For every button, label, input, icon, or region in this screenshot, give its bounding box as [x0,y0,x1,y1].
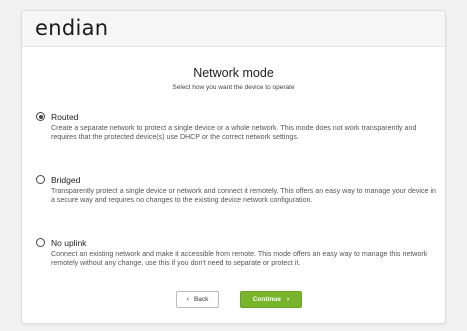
option-bridged-description: Transparently protect a single device or… [51,187,436,205]
option-bridged[interactable]: Bridged Transparently protect a single d… [36,174,436,206]
setup-wizard-card: endian Network mode Select how you want … [21,10,446,324]
chevron-left-icon: ‹ [186,296,189,303]
page-subtitle: Select how you want the device to operat… [172,84,295,91]
option-bridged-label: Bridged [51,174,81,185]
option-no-uplink-description: Connect an existing network and make it … [51,250,428,268]
brand-header: endian [22,11,445,47]
radio-routed[interactable] [36,112,45,121]
radio-no-uplink[interactable] [36,238,45,247]
continue-button[interactable]: Continue › [240,291,302,308]
option-routed-description: Create a separate network to protect a s… [51,124,417,142]
continue-button-label: Continue [252,296,281,303]
back-button-label: Back [193,296,209,303]
option-no-uplink[interactable]: No uplink Connect an existing network an… [36,237,436,269]
option-routed-label: Routed [51,111,79,122]
option-routed[interactable]: Routed Create a separate network to prot… [36,111,436,143]
chevron-right-icon: › [286,296,290,303]
back-button[interactable]: ‹ Back [176,291,219,308]
page-title: Network mode [193,66,274,80]
endian-logo: endian [35,16,109,40]
option-no-uplink-label: No uplink [51,237,87,248]
radio-bridged[interactable] [36,175,45,184]
